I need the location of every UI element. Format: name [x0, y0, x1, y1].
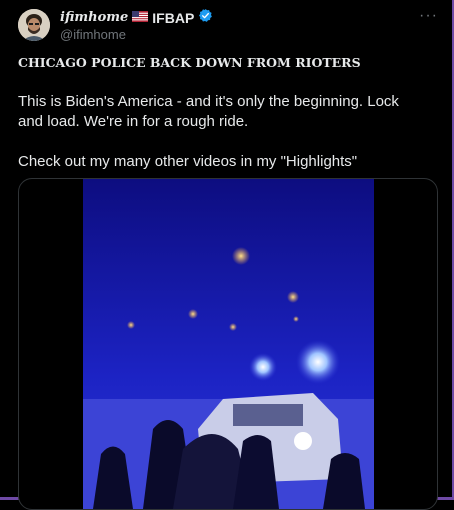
post-text: This is Biden's America - and it's only …: [18, 93, 399, 170]
us-flag-icon: [132, 9, 149, 27]
author-name-row[interactable]: ifimhome IFBAP: [60, 8, 213, 28]
author-handle[interactable]: @ifimhome: [60, 27, 126, 42]
video-player[interactable]: [18, 178, 438, 510]
avatar[interactable]: [18, 9, 50, 41]
author-display-name: ifimhome: [60, 10, 129, 25]
post-headline: CHICAGO POLICE BACK DOWN FROM RIOTERS: [18, 55, 361, 70]
video-frame[interactable]: [83, 179, 374, 509]
post-header: ifimhome IFBAP @ifimhome ···: [18, 7, 438, 43]
author-name-suffix: IFBAP: [152, 9, 195, 26]
more-options-button[interactable]: ···: [419, 7, 438, 25]
verified-badge-icon: [198, 8, 213, 28]
